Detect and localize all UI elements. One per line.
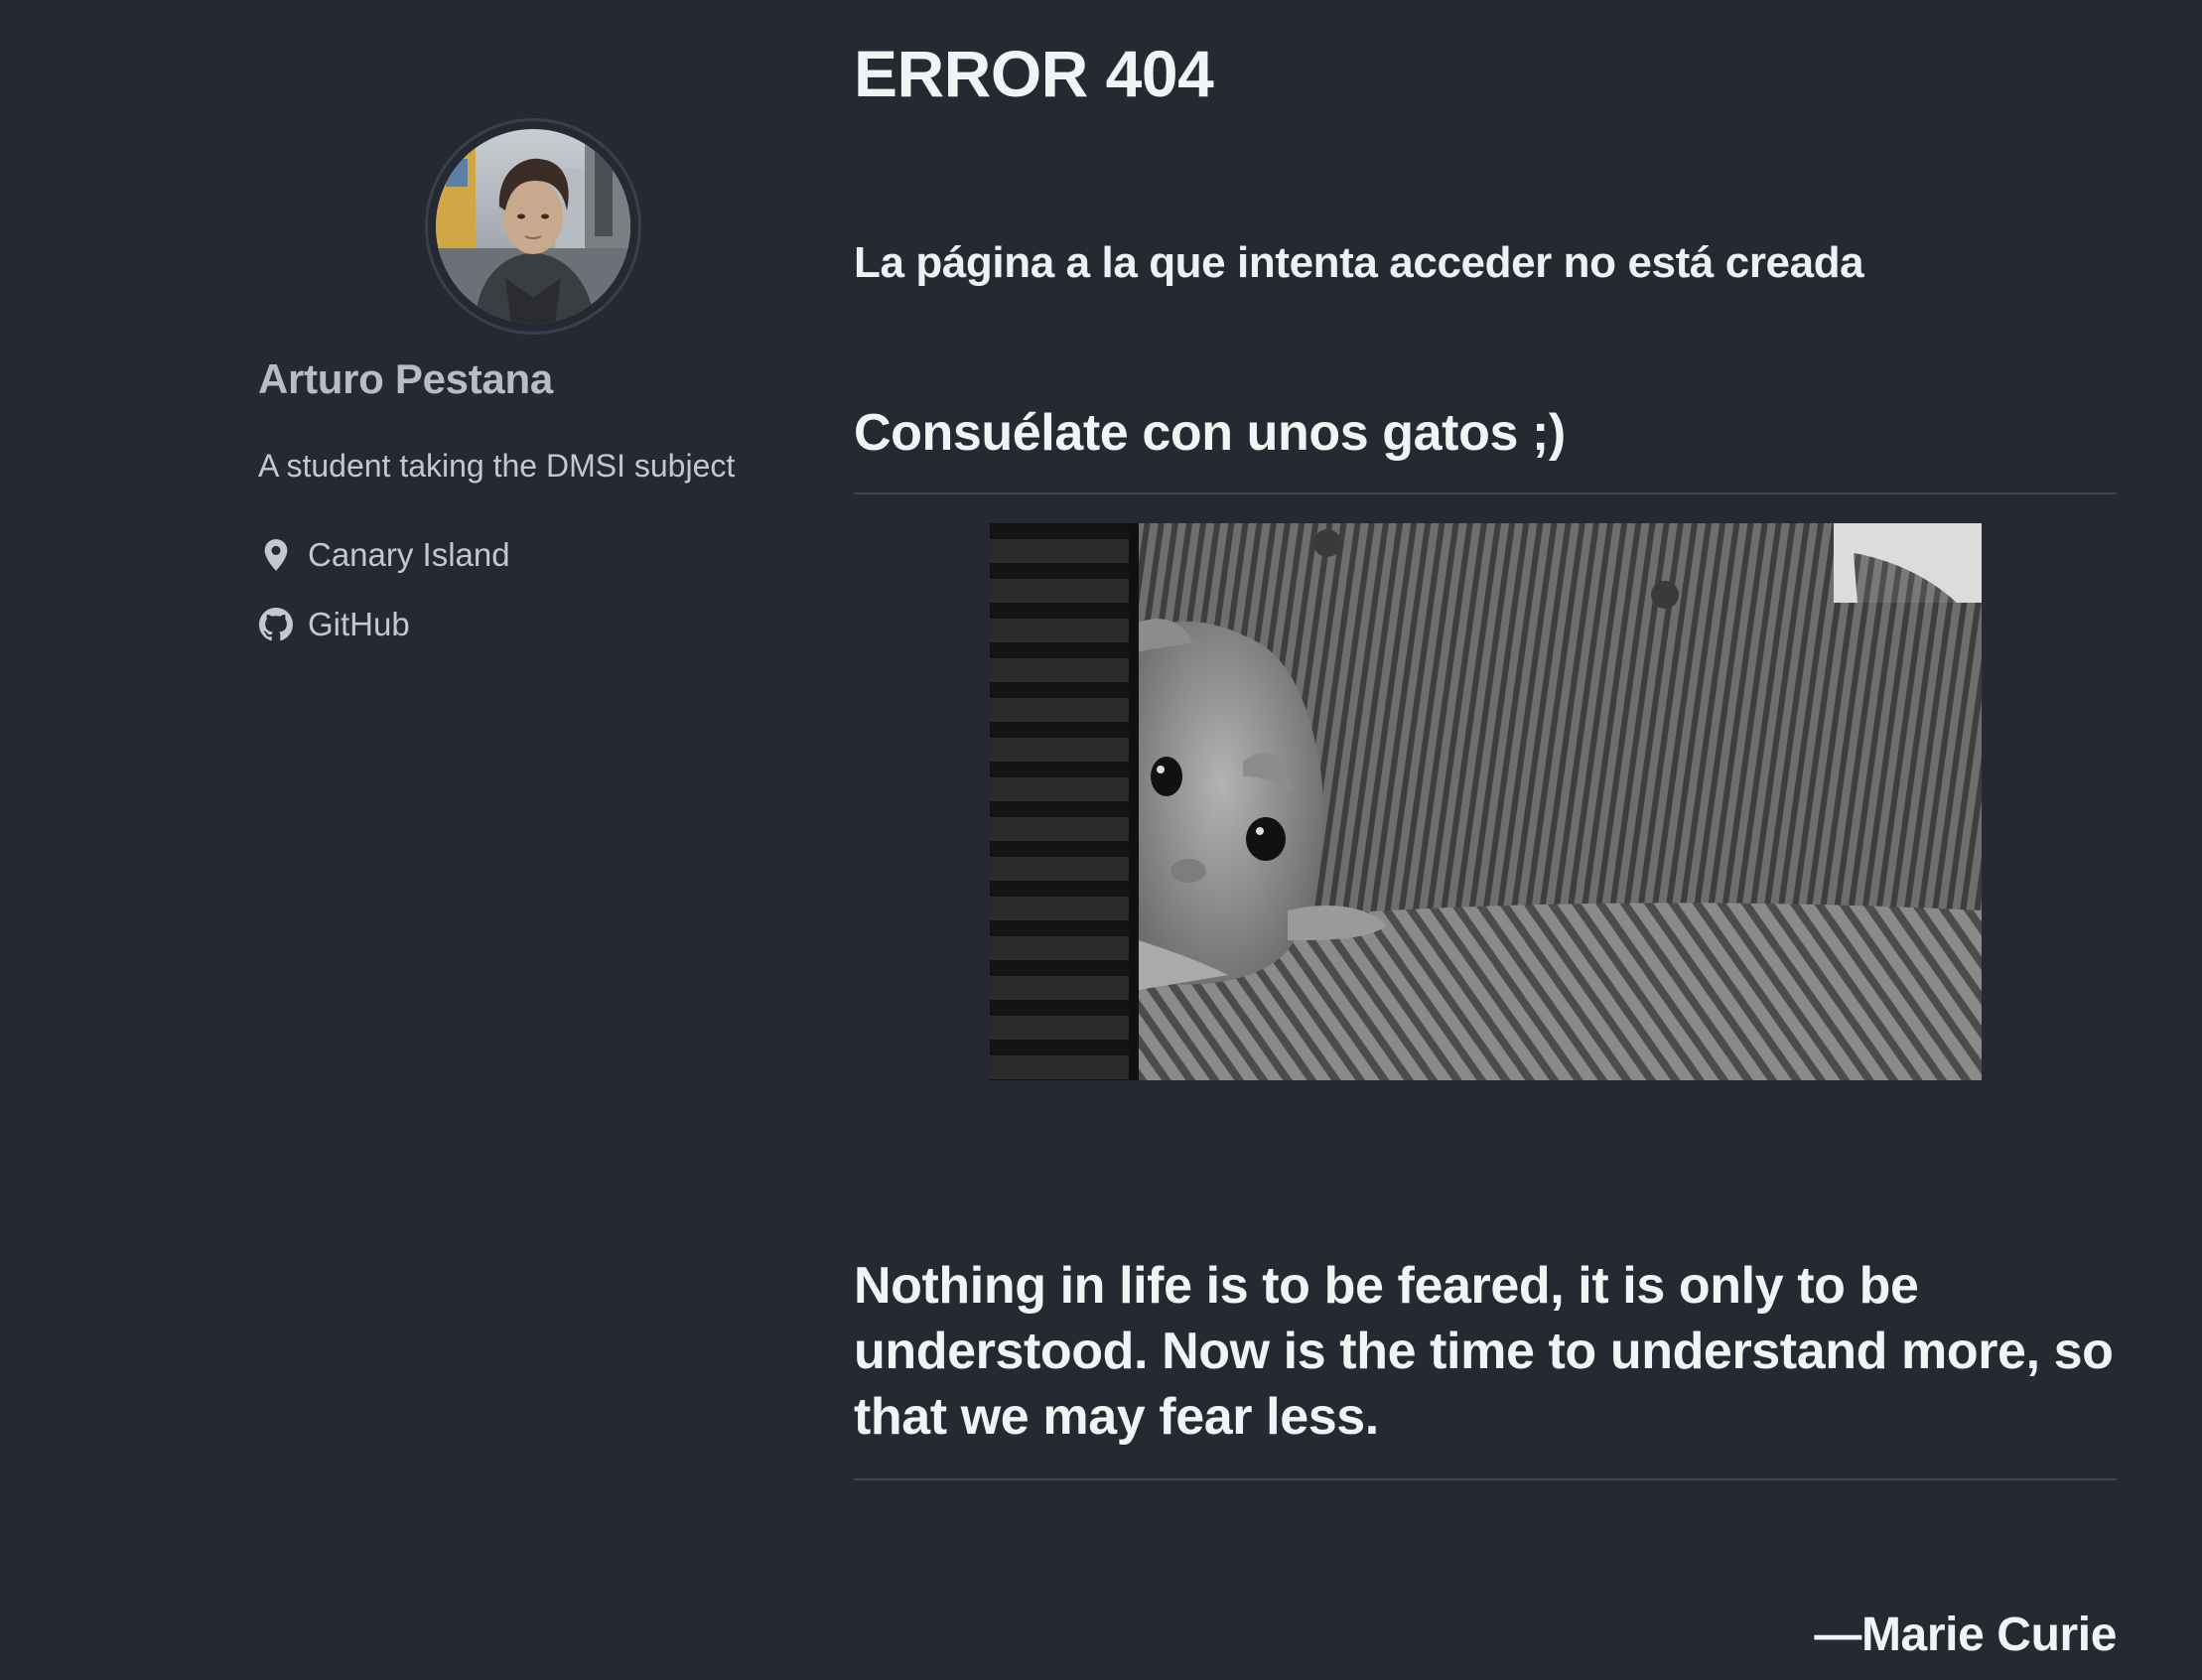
author-bio: A student taking the DMSI subject bbox=[258, 448, 736, 484]
cat-image bbox=[990, 523, 1982, 1080]
error-message: La página a la que intenta acceder no es… bbox=[854, 238, 1864, 287]
divider bbox=[854, 492, 2117, 494]
map-pin-icon bbox=[258, 537, 294, 573]
page-title: ERROR 404 bbox=[854, 37, 1214, 110]
location-item: Canary Island bbox=[258, 536, 510, 574]
github-icon[interactable] bbox=[258, 607, 294, 642]
section-heading: Consuélate con unos gatos ;) bbox=[854, 404, 1566, 462]
github-link-label[interactable]: GitHub bbox=[308, 606, 410, 643]
quote-text: Nothing in life is to be feared, it is o… bbox=[854, 1257, 2114, 1446]
divider bbox=[854, 1478, 2117, 1480]
avatar bbox=[436, 129, 630, 324]
author-name: Arturo Pestana bbox=[258, 355, 553, 402]
location-label: Canary Island bbox=[308, 536, 510, 573]
quote-author: —Marie Curie bbox=[1814, 1609, 2117, 1661]
avatar-ring bbox=[425, 118, 641, 335]
github-link[interactable]: GitHub bbox=[258, 606, 410, 643]
